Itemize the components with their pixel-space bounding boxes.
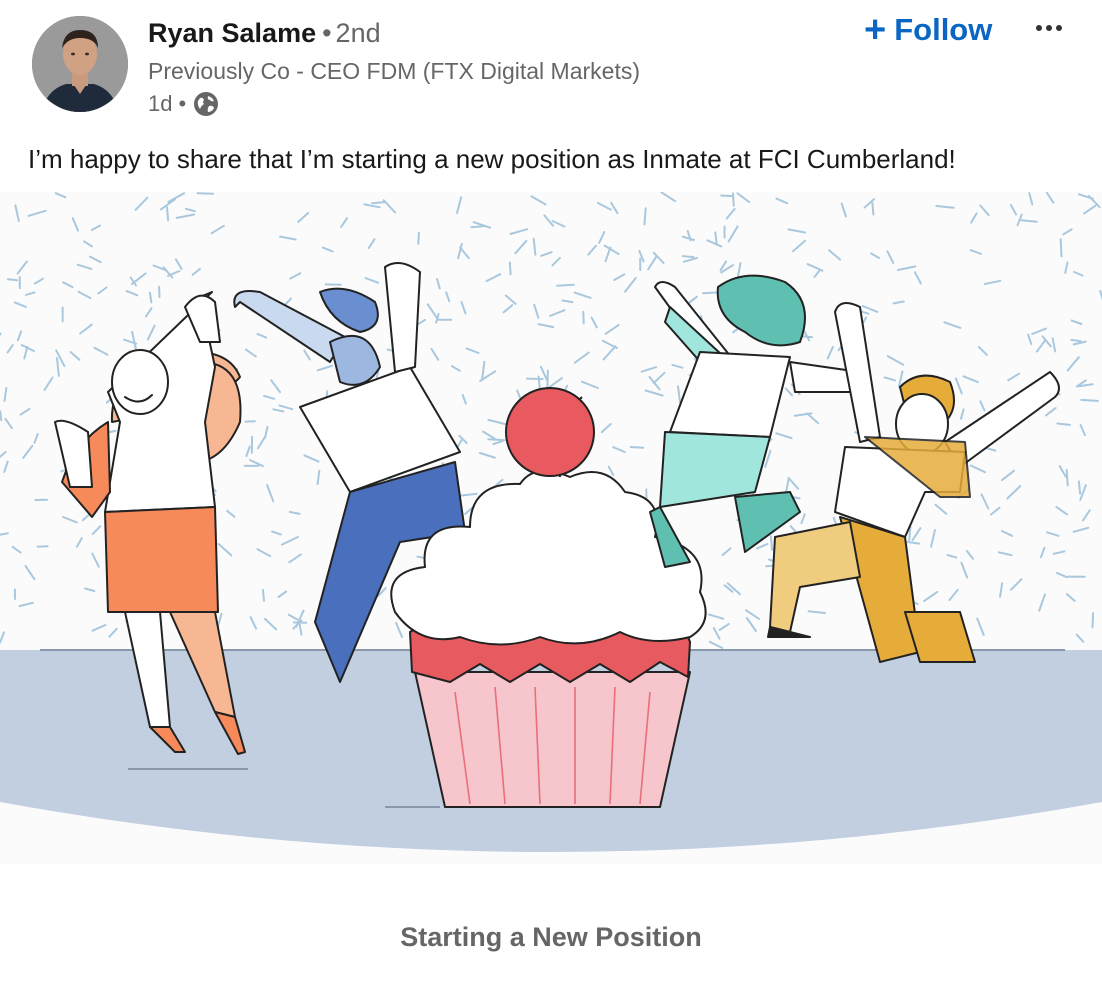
confetti-mark: [702, 291, 718, 295]
confetti-mark: [629, 446, 645, 449]
avatar-photo: [32, 16, 128, 112]
confetti-mark: [196, 192, 215, 195]
author-name-line[interactable]: Ryan Salame • 2nd: [148, 18, 381, 49]
confetti-mark: [720, 194, 733, 198]
celebration-illustration[interactable]: [0, 192, 1102, 864]
degree-separator: •: [322, 18, 332, 48]
ellipsis-dot: [1056, 25, 1062, 31]
confetti-mark: [1056, 422, 1071, 426]
plus-icon: +: [864, 9, 887, 51]
author-headline: Previously Co - CEO FDM (FTX Digital Mar…: [148, 58, 641, 84]
confetti-mark: [732, 192, 735, 207]
post-time: 1d: [148, 91, 173, 116]
confetti-mark: [1070, 338, 1082, 343]
confetti-mark: [714, 231, 718, 244]
confetti-mark: [166, 206, 170, 222]
confetti-mark: [546, 369, 549, 390]
confetti-mark: [643, 207, 647, 226]
time-separator: •: [178, 91, 187, 116]
image-caption: Starting a New Position: [400, 922, 702, 952]
confetti-mark: [681, 255, 695, 259]
post-meta: 1d •: [148, 90, 220, 118]
confetti-mark: [371, 201, 386, 205]
confetti-mark: [417, 231, 420, 245]
confetti-mark: [769, 535, 773, 551]
confetti-mark: [1091, 612, 1095, 629]
connection-degree: 2nd: [335, 18, 381, 48]
follow-label: Follow: [894, 12, 993, 47]
confetti-mark: [487, 438, 506, 442]
confetti-mark: [6, 278, 19, 282]
ellipsis-dot: [1046, 25, 1052, 31]
confetti-mark: [1077, 480, 1082, 495]
confetti-mark: [262, 588, 265, 602]
confetti-mark: [556, 283, 575, 287]
ellipsis-dot: [1036, 25, 1042, 31]
globe-icon: [192, 90, 220, 118]
confetti-mark: [508, 261, 512, 276]
confetti-mark: [1080, 398, 1099, 402]
author-name[interactable]: Ryan Salame: [148, 18, 316, 48]
confetti-mark: [1065, 468, 1069, 487]
confetti-mark: [1059, 238, 1063, 258]
post-text: I’m happy to share that I’m starting a n…: [28, 144, 956, 174]
confetti-mark: [871, 202, 875, 216]
confetti-mark: [0, 410, 3, 422]
more-options-button[interactable]: [1026, 10, 1072, 46]
follow-button[interactable]: + Follow: [856, 8, 1000, 52]
author-avatar[interactable]: [32, 16, 128, 112]
